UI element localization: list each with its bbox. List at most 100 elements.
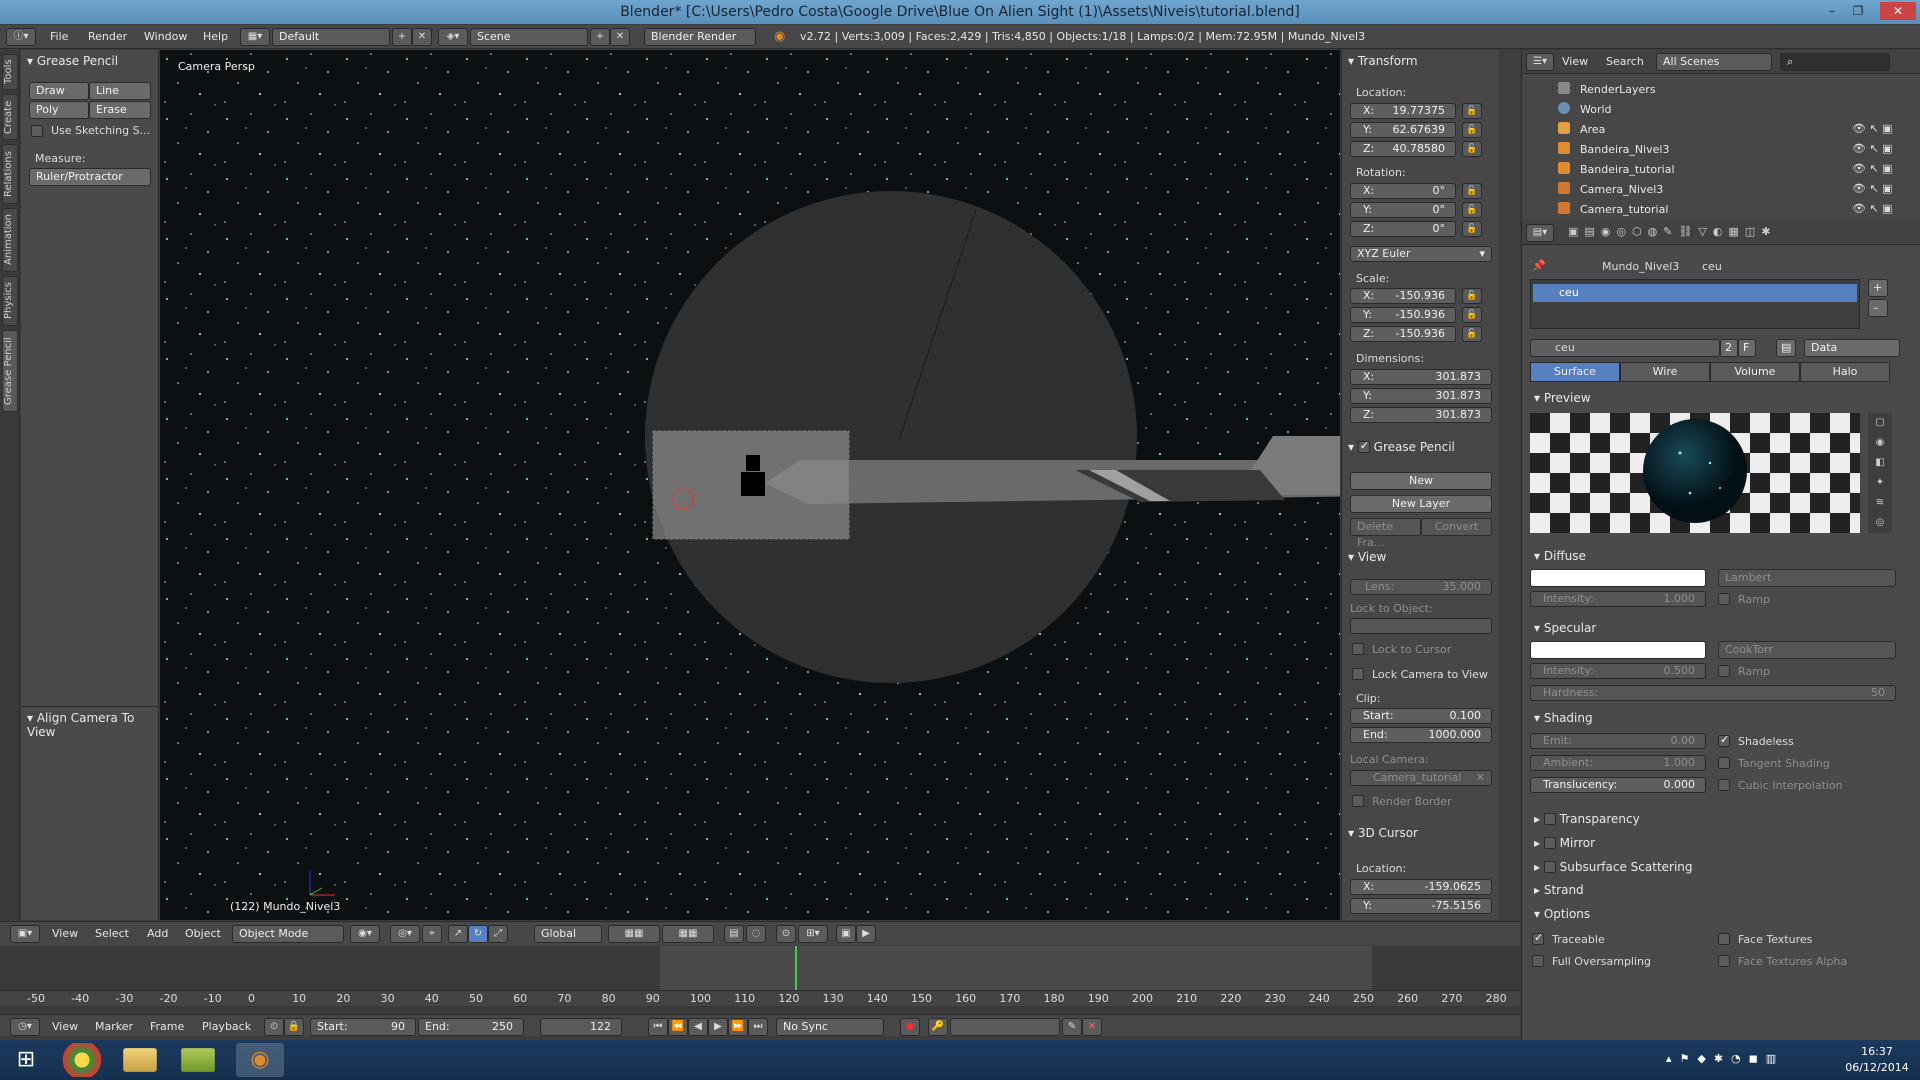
rotate-icon[interactable]: ↻ <box>468 925 488 943</box>
start-icon[interactable]: ⊞ <box>2 1043 50 1077</box>
full-oversampling-checkbox[interactable] <box>1532 955 1544 967</box>
current-frame-field[interactable]: 122 <box>540 1018 622 1036</box>
tangent-shading-checkbox[interactable] <box>1718 757 1730 769</box>
remove-slot-button[interactable]: – <box>1868 299 1888 317</box>
chrome-icon[interactable] <box>58 1043 106 1077</box>
shading-panel-title[interactable]: ▾ Shading <box>1534 711 1593 725</box>
translate-icon[interactable]: ↗ <box>448 925 468 943</box>
location-y-field[interactable]: Y: 62.67639 <box>1350 122 1456 138</box>
editor-type-icon[interactable]: ▣▾ <box>10 925 40 943</box>
editor-type-icon[interactable]: ⓘ▾ <box>6 28 36 46</box>
list-item[interactable]: RenderLayers <box>1522 80 1902 99</box>
menu-view[interactable]: View <box>1562 55 1588 68</box>
browse-icon[interactable]: ▤ <box>1776 339 1796 357</box>
breadcrumb-object[interactable]: Mundo_Nivel3 <box>1602 260 1679 273</box>
scale-z-field[interactable]: Z: -150.936 <box>1350 326 1456 342</box>
strand-panel-title[interactable]: ▸ Strand <box>1534 883 1584 897</box>
pivot-icon[interactable]: ◎▾ <box>390 925 420 943</box>
render-border-checkbox[interactable] <box>1352 795 1364 807</box>
sss-checkbox[interactable] <box>1543 861 1556 873</box>
diffuse-intensity-field[interactable]: Intensity: 1.000 <box>1530 591 1706 607</box>
cursor-y-field[interactable]: Y: -75.5156 <box>1350 898 1492 914</box>
tab-relations[interactable]: Relations <box>2 144 18 204</box>
sss-panel-title[interactable]: ▸ Subsurface Scattering <box>1534 859 1693 874</box>
specular-ramp-checkbox[interactable] <box>1718 665 1730 677</box>
eye-icon[interactable]: 👁 ↖ ▣ <box>1852 202 1893 215</box>
list-item[interactable]: Camera_Nivel3 👁 ↖ ▣ <box>1522 180 1902 199</box>
diffuse-ramp-checkbox[interactable] <box>1718 593 1730 605</box>
rotation-y-field[interactable]: Y: 0° <box>1350 202 1456 218</box>
record-icon[interactable]: ● <box>900 1018 920 1036</box>
tab-grease-pencil[interactable]: Grease Pencil <box>2 330 18 412</box>
add-slot-button[interactable]: + <box>1868 279 1888 297</box>
lock-icon[interactable]: 🔓 <box>1462 288 1482 304</box>
menu-window[interactable]: Window <box>144 30 187 43</box>
insert-keyframe-icon[interactable]: ✎ <box>1062 1018 1082 1036</box>
menu-view[interactable]: View <box>52 1020 78 1033</box>
list-item[interactable]: Bandeira_Nivel3 👁 ↖ ▣ <box>1522 140 1902 159</box>
eye-icon[interactable]: 👁 ↖ ▣ <box>1852 122 1893 135</box>
jump-end-icon[interactable]: ⏭ <box>748 1018 768 1036</box>
end-frame-field[interactable]: End: 250 <box>418 1018 524 1036</box>
fake-user-button[interactable]: F <box>1738 339 1756 357</box>
editor-type-icon[interactable]: ▤▾ <box>1526 224 1554 242</box>
scale-y-field[interactable]: Y: -150.936 <box>1350 307 1456 323</box>
add-layout-icon[interactable]: + <box>392 28 412 46</box>
scene-select[interactable]: Scene <box>470 28 588 46</box>
tab-physics[interactable]: Physics <box>2 276 18 326</box>
preview-range-icon[interactable]: ⏲ <box>264 1018 284 1036</box>
play-icon[interactable]: ▶ <box>708 1018 728 1036</box>
scroll-gutter[interactable] <box>1500 50 1520 920</box>
menu-view[interactable]: View <box>52 927 78 940</box>
eye-icon[interactable]: 👁 ↖ ▣ <box>1852 182 1893 195</box>
face-textures-checkbox[interactable] <box>1718 933 1730 945</box>
display-mode-select[interactable]: All Scenes <box>1656 53 1772 71</box>
dimension-x-field[interactable]: X: 301.873 <box>1350 369 1492 385</box>
dimension-y-field[interactable]: Y: 301.873 <box>1350 388 1492 404</box>
timeline[interactable]: -50 -40 -30 -20 -10 0 10 20 30 40 50 60 70 80 90 100 110… <box>0 946 1520 1014</box>
render-engine-select[interactable]: Blender Render <box>644 28 756 46</box>
location-z-field[interactable]: Z: 40.78580 <box>1350 141 1456 157</box>
poly-button[interactable]: Poly <box>29 101 89 119</box>
translucency-field[interactable]: Translucency: 0.000 <box>1530 777 1706 793</box>
menu-add[interactable]: Add <box>147 927 168 940</box>
align-camera-panel-title[interactable]: ▾ Align Camera To View <box>27 711 158 739</box>
view-panel-title[interactable]: ▾ View <box>1348 550 1386 564</box>
menu-object[interactable]: Object <box>185 927 221 940</box>
lock-object-field[interactable] <box>1350 618 1492 634</box>
lock-icon[interactable]: 🔓 <box>1462 326 1482 342</box>
pin-icon[interactable]: 📌 <box>1532 259 1546 272</box>
rotation-z-field[interactable]: Z: 0° <box>1350 221 1456 237</box>
snap-icon[interactable]: ⊙ <box>776 925 796 943</box>
restore-icon[interactable]: ❐ <box>1848 2 1868 20</box>
emit-field[interactable]: Emit: 0.00 <box>1530 733 1706 749</box>
traceable-checkbox[interactable] <box>1532 931 1544 945</box>
scale-x-field[interactable]: X: -150.936 <box>1350 288 1456 304</box>
list-item[interactable]: Bandeira_tutorial 👁 ↖ ▣ <box>1522 160 1902 179</box>
users-count[interactable]: 2 <box>1720 339 1738 357</box>
clock[interactable]: 16:37 06/12/2014 <box>1844 1044 1910 1076</box>
tab-wire[interactable]: Wire <box>1620 362 1710 382</box>
ambient-field[interactable]: Ambient: 1.000 <box>1530 755 1706 771</box>
draw-button[interactable]: Draw <box>29 82 89 100</box>
lock-icon[interactable]: 🔓 <box>1462 183 1482 199</box>
transparency-panel-title[interactable]: ▸ Transparency <box>1534 811 1640 826</box>
lock-icon[interactable]: 🔓 <box>1462 103 1482 119</box>
play-reverse-icon[interactable]: ◀ <box>688 1018 708 1036</box>
menu-select[interactable]: Select <box>95 927 129 940</box>
lock-icon[interactable]: 🔓 <box>1462 202 1482 218</box>
layers-icon[interactable]: ▦▦ <box>662 925 714 943</box>
local-camera-field[interactable]: Camera_tutorial ✕ <box>1350 770 1492 786</box>
link-select[interactable]: Data <box>1804 339 1900 357</box>
material-slots-list[interactable]: ceu <box>1530 279 1860 329</box>
remove-layout-icon[interactable]: ✕ <box>412 28 432 46</box>
rotation-x-field[interactable]: X: 0° <box>1350 183 1456 199</box>
3d-viewport[interactable]: Camera Persp (122) Mundo_Nivel3 <box>160 50 1340 920</box>
sync-select[interactable]: No Sync <box>776 1018 884 1036</box>
eye-icon[interactable]: 👁 ↖ ▣ <box>1852 162 1893 175</box>
prev-keyframe-icon[interactable]: ⏪ <box>668 1018 688 1036</box>
remove-scene-icon[interactable]: ✕ <box>610 28 630 46</box>
menu-frame[interactable]: Frame <box>150 1020 184 1033</box>
mirror-panel-title[interactable]: ▸ Mirror <box>1534 835 1595 850</box>
list-item[interactable]: World <box>1522 100 1902 119</box>
